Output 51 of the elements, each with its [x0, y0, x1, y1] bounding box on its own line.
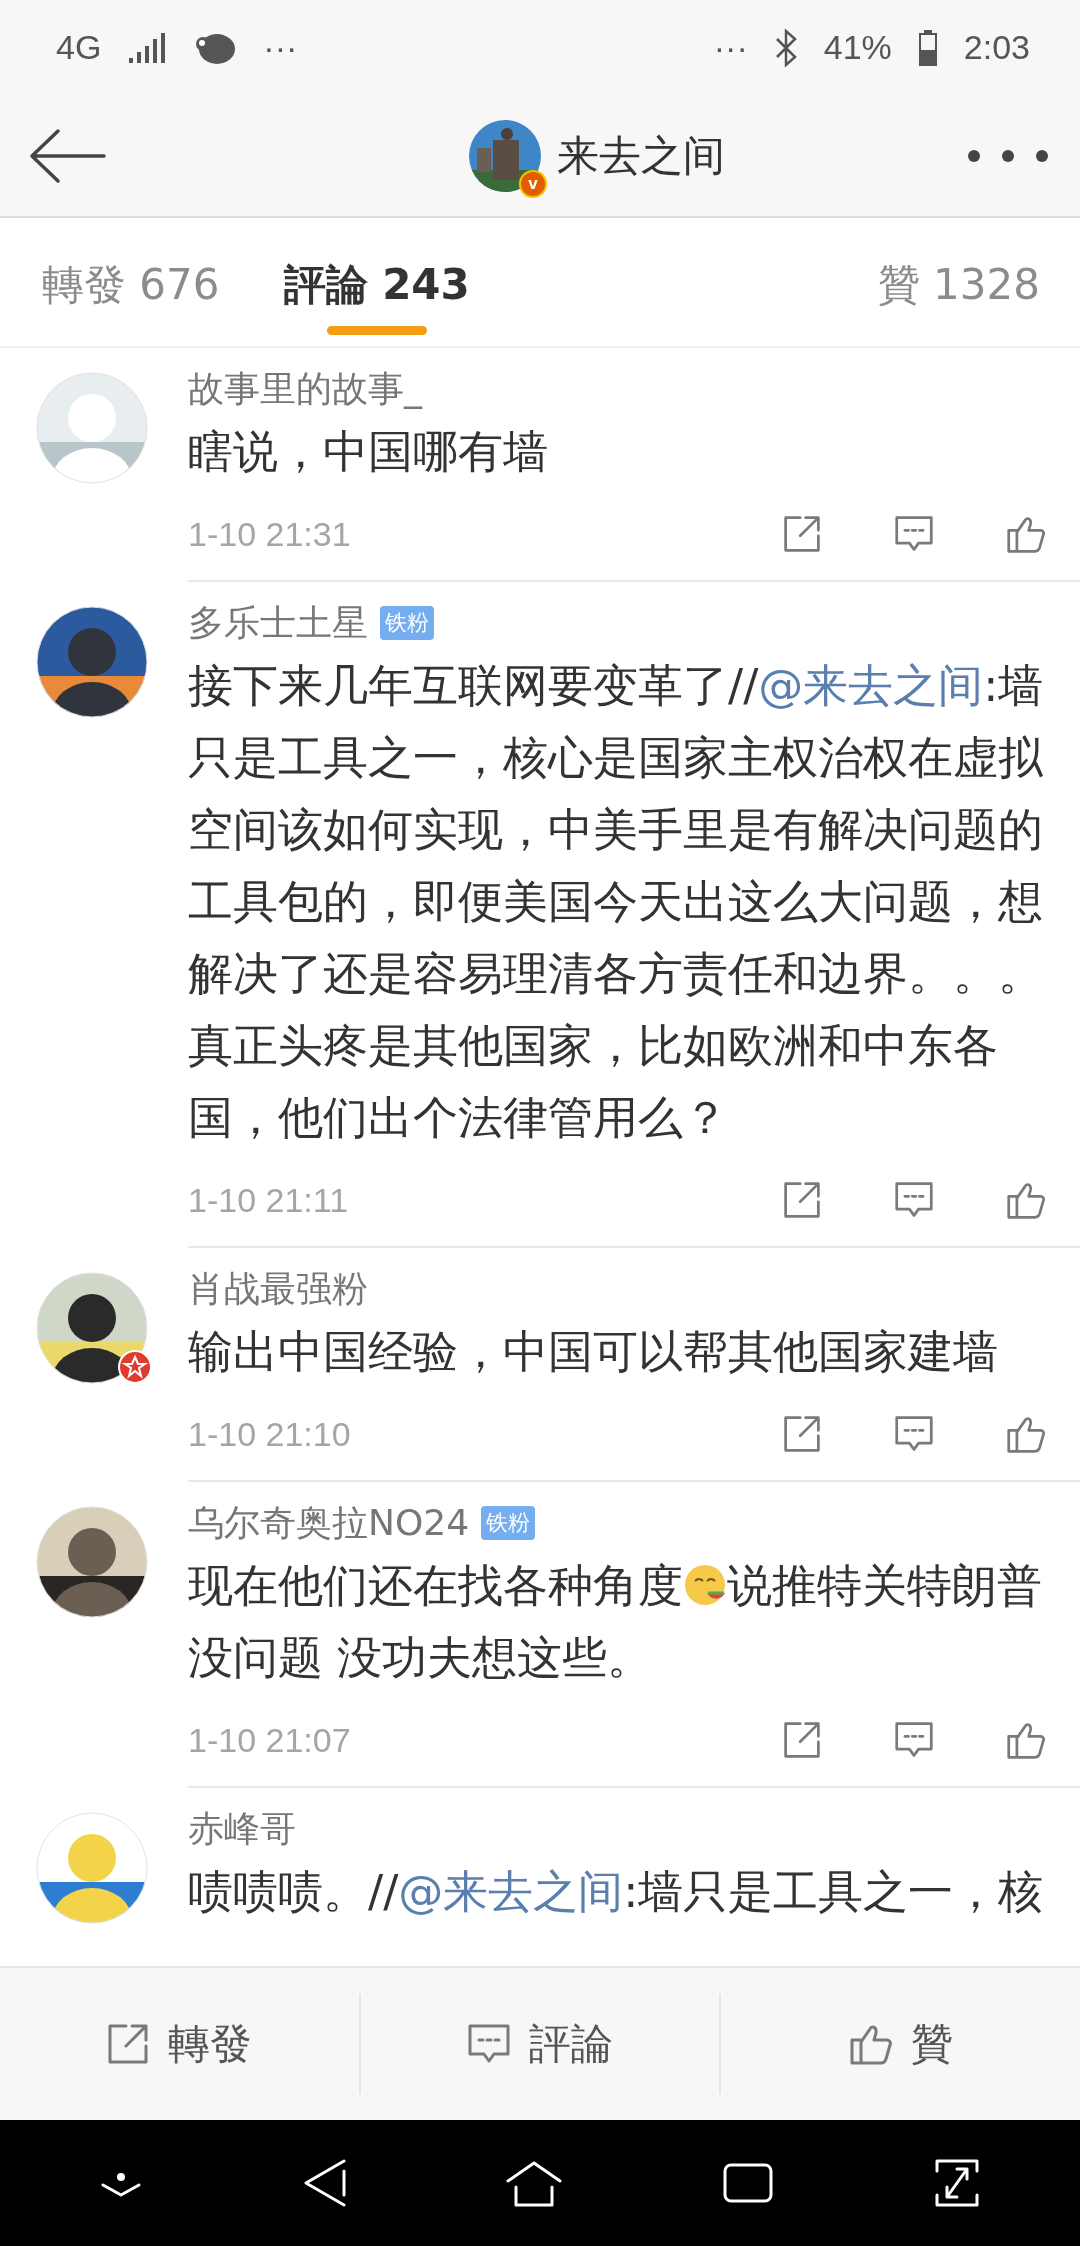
bluetooth-icon [773, 28, 798, 67]
user-name[interactable]: 赤峰哥 [188, 1804, 296, 1854]
share-icon[interactable] [782, 514, 822, 554]
share-icon [106, 2022, 151, 2066]
tab[interactable]: 轉發 676 [42, 229, 220, 335]
thumbs-up-icon[interactable] [1006, 514, 1046, 554]
recent-apps-icon[interactable] [722, 2162, 775, 2204]
share-icon[interactable] [782, 1414, 822, 1454]
tab[interactable]: 評論 243 [283, 229, 470, 335]
mention-link[interactable]: @来去之间 [398, 1865, 624, 1918]
clock: 2:03 [963, 28, 1030, 67]
comment-text: 现在他们还在找各种角度 说推特关特朗普没问题 没功夫想这些。 [188, 1558, 1043, 1686]
comment-text: 啧啧啧。//@来去之间:墙只是工具之一，核 [188, 1864, 1045, 1920]
comment-icon[interactable] [894, 1414, 934, 1454]
star-badge-icon [118, 1350, 152, 1384]
mention-link[interactable]: @来去之间 [758, 659, 984, 712]
timestamp: 1-10 21:11 [188, 1180, 349, 1220]
comment-icon[interactable] [894, 514, 934, 554]
timestamp: 1-10 21:31 [188, 514, 351, 554]
comment-text: 瞎说，中国哪有墙 [188, 424, 549, 480]
comment-button[interactable]: 評論 [360, 1994, 722, 2094]
timestamp: 1-10 21:07 [188, 1720, 351, 1760]
signal-icon [127, 31, 168, 64]
battery-percent: 41% [823, 28, 892, 67]
more-indicators: ··· [713, 28, 748, 67]
comment-text: 输出中国经验，中国可以帮其他国家建墙 [188, 1324, 999, 1380]
comment-icon[interactable] [894, 1720, 934, 1760]
user-name[interactable]: 肖战最强粉 [188, 1264, 368, 1314]
repost-button[interactable]: 轉發 [0, 1994, 361, 2094]
thumbs-up-icon[interactable] [1006, 1720, 1046, 1760]
thumbs-up-icon[interactable] [1006, 1414, 1046, 1454]
fan-badge: 铁粉 [380, 606, 434, 640]
battery-icon [917, 28, 938, 67]
profile-name: 来去之间 [557, 129, 725, 182]
thumbs-up-icon[interactable] [1006, 1180, 1046, 1220]
emoji-icon [683, 1563, 727, 1607]
user-name[interactable]: 多乐士土星 [188, 598, 368, 648]
share-icon[interactable] [782, 1180, 822, 1220]
verified-badge: v [519, 169, 547, 198]
more-icon[interactable] [966, 147, 1050, 164]
user-name[interactable]: 故事里的故事_ [188, 364, 422, 414]
comment-text: 接下来几年互联网要变革了//@来去之间:墙只是工具之一，核心是国家主权治权在虚拟空间该如何实现，中美手里是有解决问题的工具包的，即便美国今天出这么大问题，想解决了还是容易理清各方责任和边界。。。真正头疼是其他国家，比如欧洲和中东各国，他们出个法律管用么？ [188, 658, 1045, 1146]
share-icon[interactable] [782, 1720, 822, 1760]
timestamp: 1-10 21:10 [188, 1414, 351, 1454]
fan-badge: 铁粉 [481, 1506, 536, 1540]
comment-icon[interactable] [894, 1180, 934, 1220]
user-name[interactable]: 乌尔奇奥拉NO24 [188, 1498, 470, 1548]
more-notifications: ··· [263, 28, 298, 67]
like-button[interactable]: 贊 [721, 1994, 1080, 2094]
network-type: 4G [56, 28, 102, 67]
tab[interactable]: 贊 1328 [877, 229, 1040, 335]
